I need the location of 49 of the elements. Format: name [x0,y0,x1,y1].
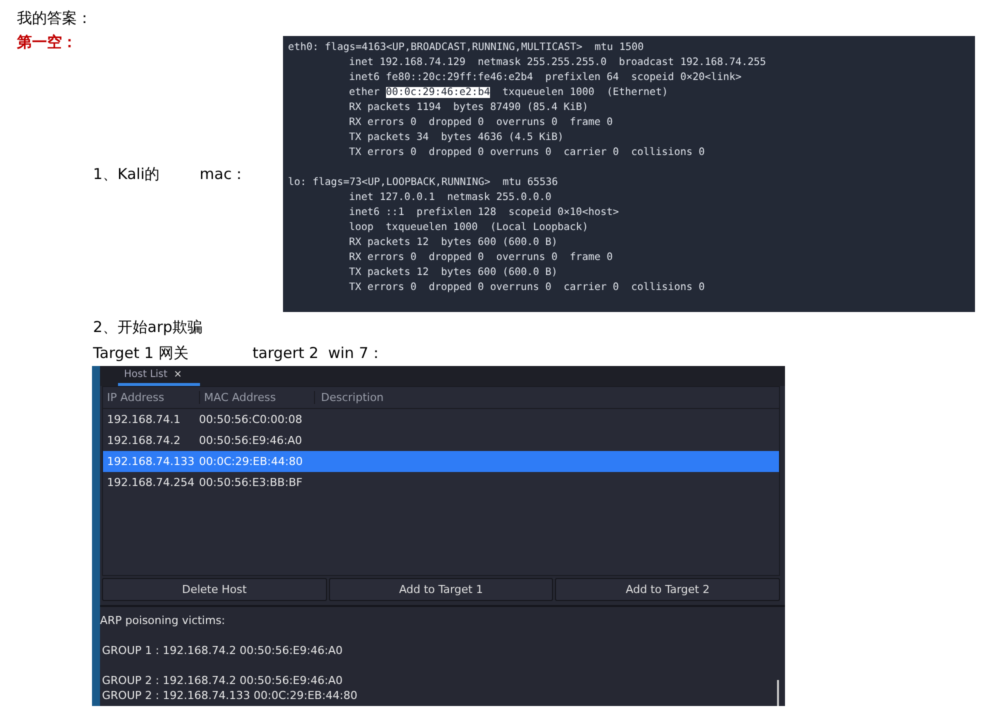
target-text: Target 1 网关 [93,344,188,362]
host-row[interactable]: 192.168.74.2 00:50:56:E9:46:A0 [103,430,779,451]
log-title: ARP poisoning victims: [100,614,226,627]
column-header[interactable]: Description [314,391,384,404]
ip-cell-text: 192.168.74.1 [106,413,182,426]
step-label: 1、Kali的 [93,164,160,184]
terminal-line: inet6 ::1 prefixlen 128 scopeid 0×10<host> [349,207,619,218]
terminal-line: TX packets 34 bytes 4636 (4.5 KiB) [349,132,564,143]
terminal-line: inet 192.168.74.129 netmask 255.255.255.0 broadcast 192.168.74.255 [349,57,766,68]
ip-cell-text: 192.168.74.133 [106,455,196,468]
blank-label: 第一空： [17,33,77,51]
terminal-line: lo: flags=73<UP,LOOPBACK,RUNNING> mtu 65536 [288,177,558,188]
target-text: targert 2 win 7： [252,344,384,362]
terminal-line: RX errors 0 dropped 0 overruns 0 frame 0 [349,252,613,263]
action-button[interactable]: Add to Target 2 [555,578,780,601]
terminal-line: RX errors 0 dropped 0 overruns 0 frame 0 [349,117,613,128]
answer-heading: 我的答案： [17,9,92,27]
terminal-line: inet 127.0.0.1 netmask 255.0.0.0 [349,192,552,203]
scrollbar[interactable] [777,680,779,706]
terminal-line: TX packets 12 bytes 600 (600.0 B) [349,267,558,278]
mac-label: mac： [200,164,247,184]
column-header[interactable]: MAC Address [199,391,314,404]
terminal-line: RX packets 1194 bytes 87490 (85.4 KiB) [349,102,588,113]
mac-cell-text: 00:50:56:E3:BB:BF [199,476,304,489]
log-line: GROUP 2 : 192.168.74.2 00:50:56:E9:46:A0 [102,674,343,687]
terminal-line: RX packets 12 bytes 600 (600.0 B) [349,237,558,248]
terminal-line: txqueuelen 1000 (Ethernet) [501,87,668,98]
action-button[interactable]: Delete Host [102,578,327,601]
column-header[interactable]: IP Address [103,391,199,404]
terminal-line: TX errors 0 dropped 0 overruns 0 carrier 0 collisions 0 [349,147,705,158]
terminal-line: ether [349,87,381,98]
terminal-line: eth0: flags=4163<UP,BROADCAST,RUNNING,MULTICAST> mtu 1500 [288,42,644,53]
step-text: 2、开始arp欺骗 [93,318,202,336]
host-row[interactable]: 192.168.74.133 00:0C:29:EB:44:80 [103,451,779,472]
action-button[interactable]: Add to Target 1 [328,578,554,601]
terminal-line: inet6 fe80::20c:29ff:fe46:e2b4 prefixlen 64 scopeid 0×20<link> [349,72,742,83]
highlighted-text: 00:0c:29:46:e2:b4 [386,87,490,98]
host-row[interactable]: 192.168.74.254 00:50:56:E3:BB:BF [103,472,779,493]
mac-cell-text: 00:0C:29:EB:44:80 [199,455,304,468]
ip-cell-text: 192.168.74.254 [106,476,196,489]
log-line: GROUP 1 : 192.168.74.2 00:50:56:E9:46:A0 [102,644,343,657]
ip-cell-text: 192.168.74.2 [106,434,182,447]
host-row[interactable]: 192.168.74.1 00:50:56:C0:00:08 [103,409,779,430]
mac-cell-text: 00:50:56:E9:46:A0 [199,434,303,447]
mac-cell-text: 00:50:56:C0:00:08 [199,413,304,426]
terminal-line: TX errors 0 dropped 0 overruns 0 carrier 0 collisions 0 [349,282,705,293]
terminal-line: loop txqueuelen 1000 (Local Loopback) [349,222,588,233]
close-icon[interactable]: × [174,369,182,380]
log-line: GROUP 2 : 192.168.74.133 00:0C:29:EB:44:80 [102,689,358,702]
